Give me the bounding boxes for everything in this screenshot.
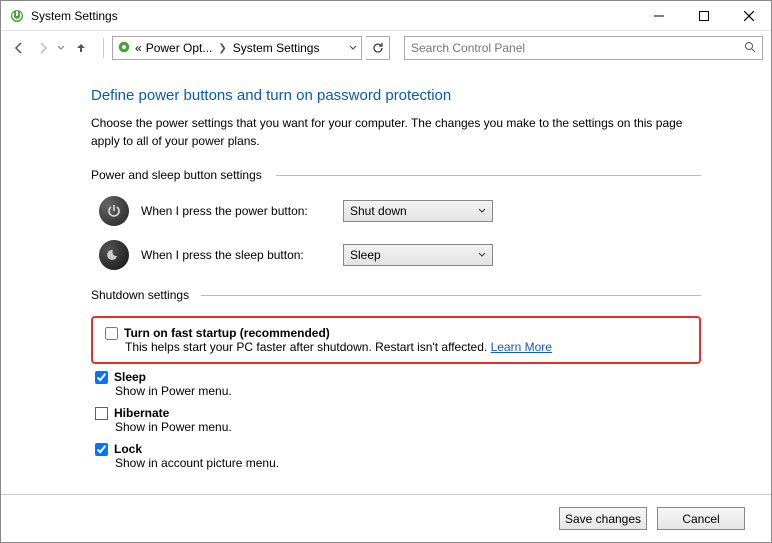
power-button-value: Shut down [350,204,407,218]
hibernate-checkbox[interactable] [95,407,108,420]
page-title: Define power buttons and turn on passwor… [91,87,701,104]
chevron-down-icon [478,251,486,259]
close-button[interactable] [726,1,771,31]
hibernate-desc: Show in Power menu. [115,420,701,434]
footer: Save changes Cancel [1,494,771,542]
breadcrumb-system-settings[interactable]: System Settings [233,41,320,55]
save-button[interactable]: Save changes [559,507,647,530]
sleep-title: Sleep [114,370,146,384]
page-description: Choose the power settings that you want … [91,114,701,150]
refresh-button[interactable] [366,36,390,60]
up-button[interactable] [71,37,91,59]
lock-desc: Show in account picture menu. [115,456,701,470]
sleep-button-label: When I press the sleep button: [141,248,331,262]
back-button[interactable] [9,37,29,59]
breadcrumb-prefix: « [135,41,142,55]
cancel-button-label: Cancel [682,512,719,526]
cancel-button[interactable]: Cancel [657,507,745,530]
chevron-right-icon: ❯ [216,43,228,54]
sleep-desc: Show in Power menu. [115,384,701,398]
power-icon [99,196,129,226]
section-header-buttons-label: Power and sleep button settings [91,168,268,182]
sleep-button-value: Sleep [350,248,381,262]
power-button-row: When I press the power button: Shut down [99,196,701,226]
address-bar[interactable]: « Power Opt... ❯ System Settings [112,36,362,60]
fast-startup-desc: This helps start your PC faster after sh… [125,340,491,354]
chevron-down-icon [478,207,486,215]
power-button-label: When I press the power button: [141,204,331,218]
control-panel-icon [117,40,131,57]
maximize-button[interactable] [681,1,726,31]
search-input[interactable]: Search Control Panel [404,36,763,60]
fast-startup-title: Turn on fast startup (recommended) [124,326,330,340]
app-icon [9,8,25,24]
breadcrumb-power-options[interactable]: Power Opt... [146,41,213,55]
hibernate-title: Hibernate [114,406,169,420]
section-header-shutdown-label: Shutdown settings [91,288,195,302]
content-area: Define power buttons and turn on passwor… [1,65,771,494]
history-dropdown-icon[interactable] [57,37,65,59]
minimize-button[interactable] [636,1,681,31]
sleep-checkbox[interactable] [95,371,108,384]
power-button-dropdown[interactable]: Shut down [343,200,493,222]
window: System Settings « Po [0,0,772,543]
section-header-shutdown: Shutdown settings [91,288,701,302]
fast-startup-checkbox[interactable] [105,327,118,340]
search-icon [744,41,756,56]
window-title: System Settings [31,9,118,23]
separator [103,38,104,58]
lock-checkbox[interactable] [95,443,108,456]
learn-more-link[interactable]: Learn More [491,340,552,354]
section-header-buttons: Power and sleep button settings [91,168,701,182]
titlebar: System Settings [1,1,771,31]
save-button-label: Save changes [565,512,641,526]
sleep-button-dropdown[interactable]: Sleep [343,244,493,266]
fast-startup-highlight: Turn on fast startup (recommended) This … [91,316,701,364]
sleep-button-row: When I press the sleep button: Sleep [99,240,701,270]
lock-title: Lock [114,442,142,456]
address-dropdown-icon[interactable] [349,41,357,55]
sleep-icon [99,240,129,270]
forward-button[interactable] [33,37,53,59]
search-placeholder: Search Control Panel [411,41,744,55]
navbar: « Power Opt... ❯ System Settings Search … [1,31,771,65]
